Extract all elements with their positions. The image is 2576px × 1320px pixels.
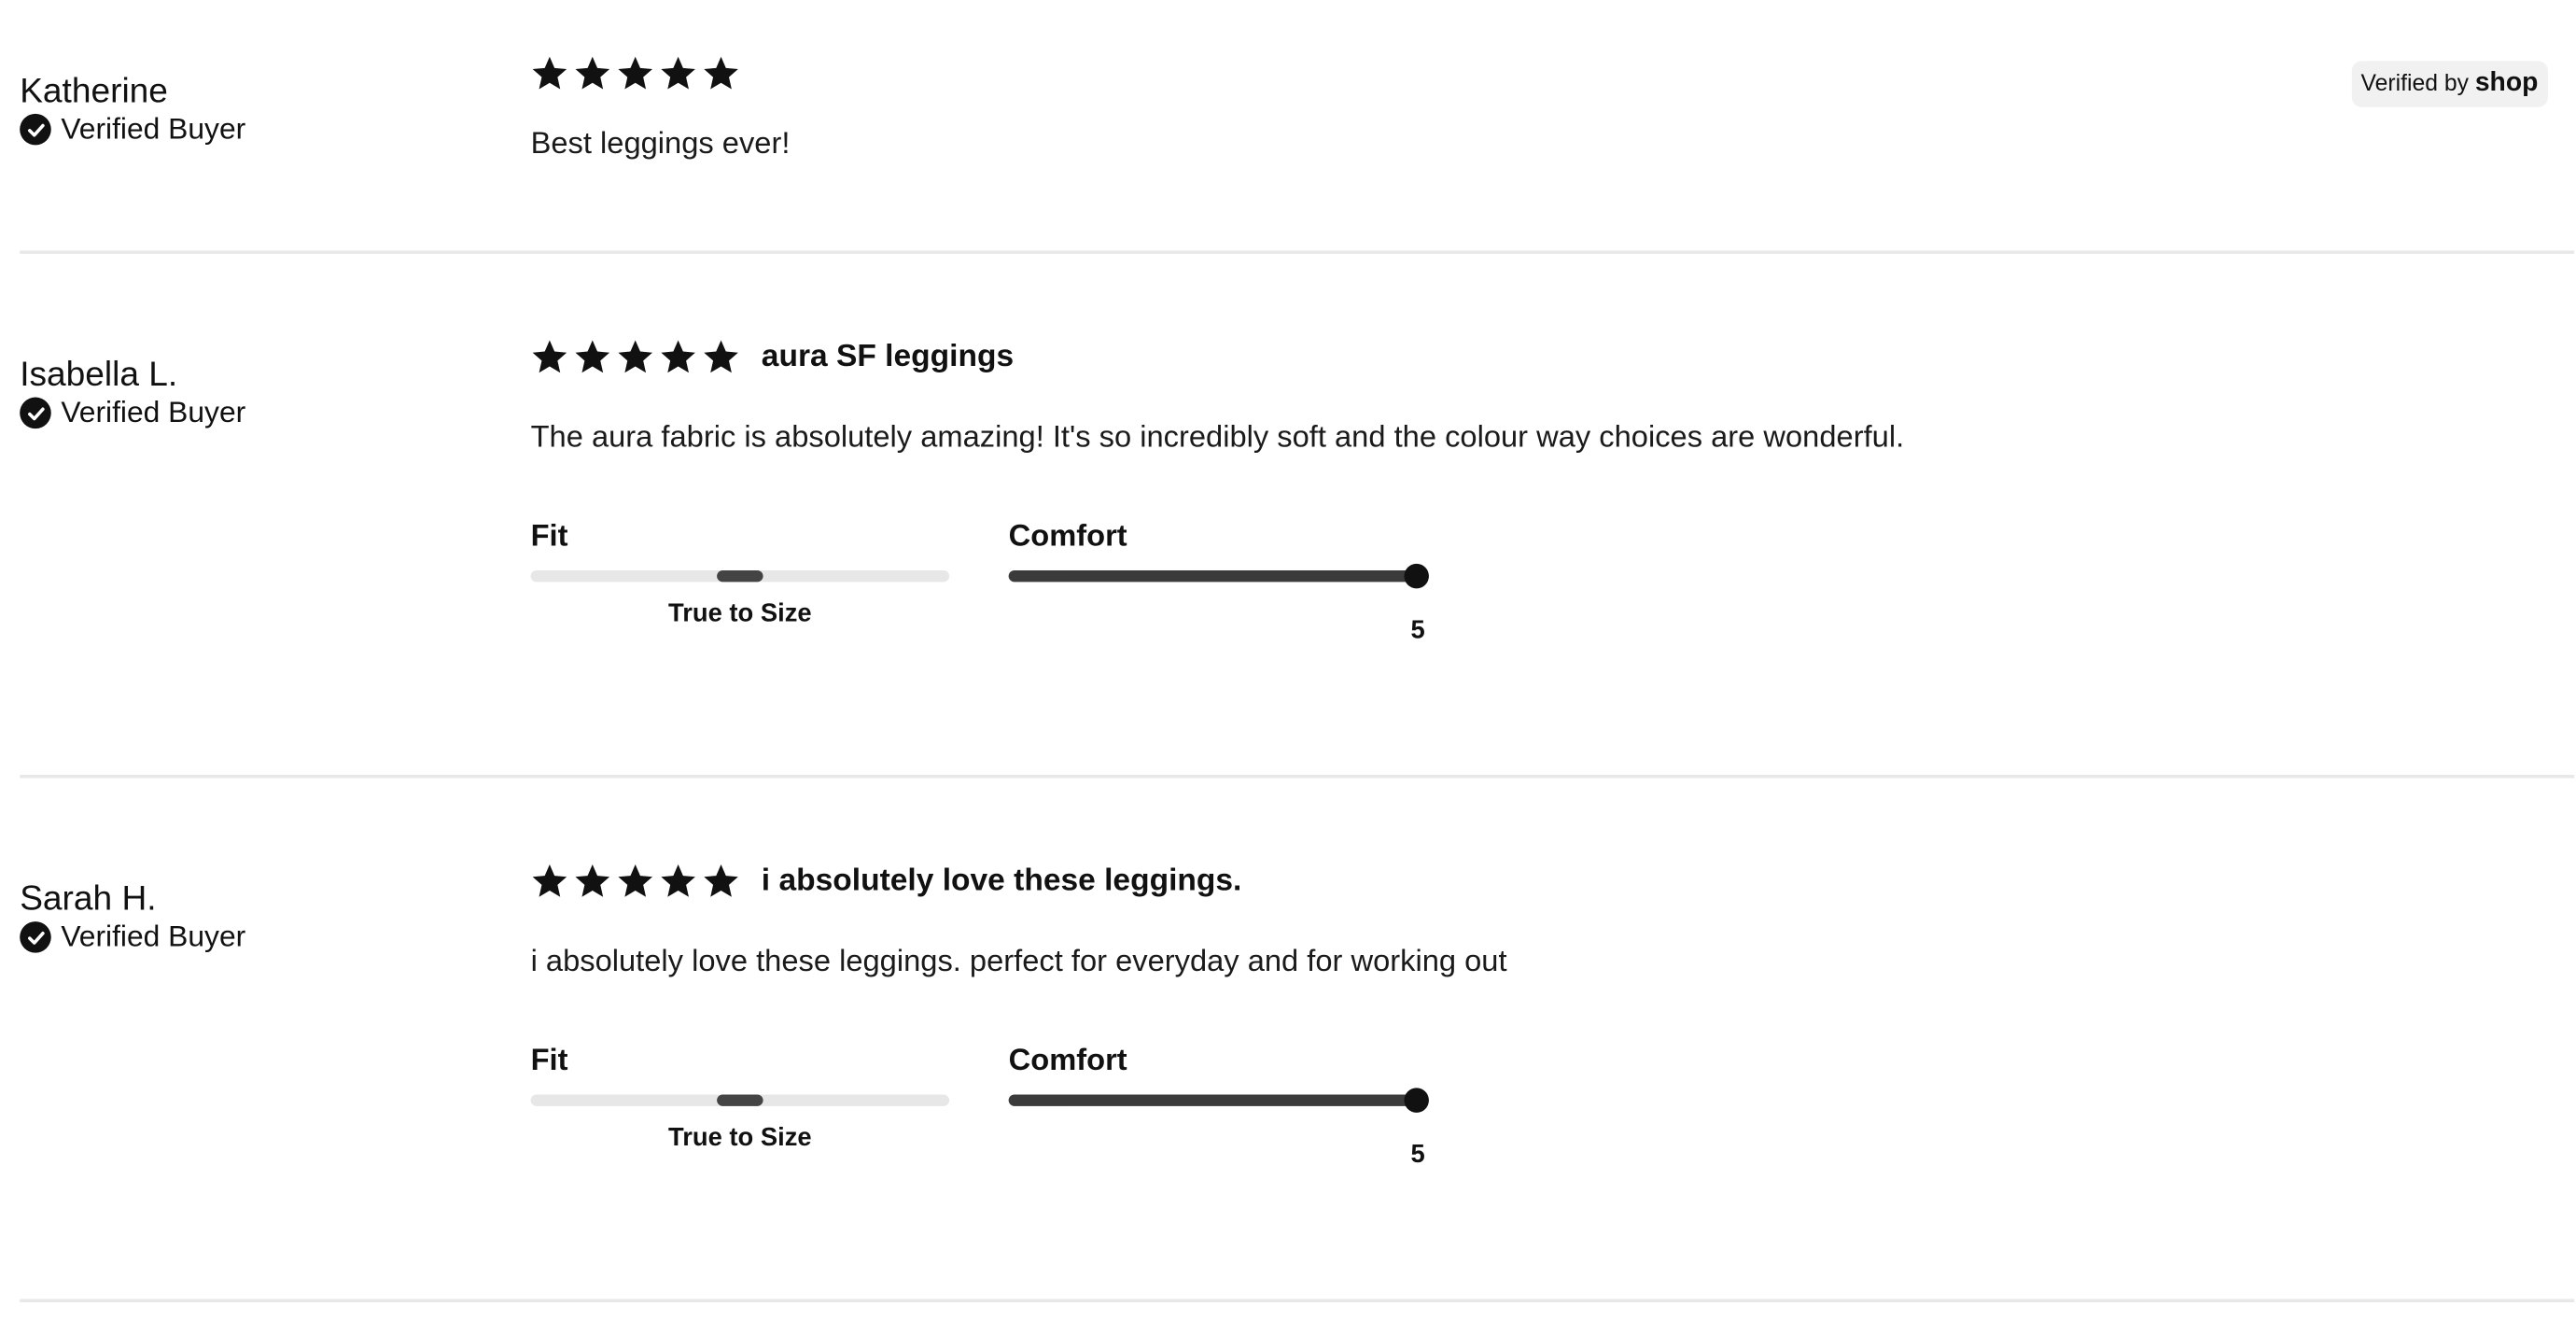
- review-card: Sarah H. Verified Buyer i absolutely lov…: [20, 778, 2574, 1299]
- star-rating: aura SF leggings: [531, 338, 1015, 376]
- verified-buyer-badge: Verified Buyer: [20, 112, 245, 147]
- review-card: Isabella L. Verified Buyer aura SF leggi…: [20, 254, 2574, 775]
- fit-indicator: [717, 569, 763, 583]
- star-icon: [704, 56, 738, 90]
- star-rating: [531, 54, 740, 92]
- star-icon: [704, 340, 738, 373]
- comfort-value: 5: [1410, 1140, 1425, 1169]
- reviewer-name: Katherine: [20, 72, 168, 111]
- fit-indicator: [717, 1094, 763, 1106]
- verified-buyer-label: Verified Buyer: [61, 395, 246, 429]
- comfort-indicator: [1403, 563, 1429, 589]
- fit-scale: [530, 1094, 950, 1106]
- review-body: Best leggings ever!: [530, 125, 791, 161]
- check-circle-icon: [20, 397, 51, 429]
- star-icon: [532, 864, 567, 897]
- star-icon: [618, 56, 652, 90]
- fit-value: True to Size: [668, 599, 812, 628]
- star-icon: [618, 864, 652, 897]
- comfort-scale: [1008, 1088, 1429, 1113]
- reviewer-name: Isabella L.: [20, 356, 178, 395]
- review-body: i absolutely love these leggings. perfec…: [530, 943, 1507, 978]
- star-rating: i absolutely love these leggings.: [531, 863, 1242, 901]
- comfort-fill: [1008, 1094, 1416, 1106]
- star-icon: [618, 340, 652, 373]
- verified-buyer-badge: Verified Buyer: [20, 920, 245, 954]
- review-body: The aura fabric is absolutely amazing! I…: [530, 418, 1905, 454]
- star-icon: [704, 864, 738, 897]
- comfort-label: Comfort: [1008, 1041, 1127, 1077]
- comfort-fill: [1008, 569, 1416, 583]
- verified-buyer-badge: Verified Buyer: [20, 396, 245, 430]
- shop-logo: shop: [2474, 69, 2539, 98]
- star-icon: [532, 56, 567, 90]
- badge-prefix: Verified by: [2360, 69, 2469, 96]
- check-circle-icon: [20, 113, 51, 146]
- review-title: aura SF leggings: [761, 338, 1015, 373]
- review-title: i absolutely love these leggings.: [761, 863, 1242, 898]
- comfort-value: 5: [1410, 616, 1425, 645]
- verified-buyer-label: Verified Buyer: [61, 920, 246, 953]
- star-icon: [575, 56, 610, 90]
- fit-value: True to Size: [668, 1124, 812, 1153]
- star-icon: [661, 340, 695, 373]
- comfort-scale: [1008, 563, 1429, 589]
- reviewer-name: Sarah H.: [20, 879, 157, 919]
- star-icon: [661, 56, 695, 90]
- comfort-label: Comfort: [1008, 517, 1127, 553]
- review-divider: [20, 1299, 2575, 1302]
- review-card: Katherine Verified Buyer Best leggings e…: [20, 0, 2574, 250]
- verified-buyer-label: Verified Buyer: [61, 112, 246, 146]
- check-circle-icon: [20, 921, 51, 953]
- star-icon: [661, 864, 695, 897]
- star-icon: [532, 340, 567, 373]
- comfort-indicator: [1403, 1088, 1429, 1113]
- fit-scale: [530, 569, 950, 583]
- star-icon: [575, 864, 610, 897]
- verified-by-shop-badge[interactable]: Verified by shop: [2350, 61, 2548, 107]
- star-icon: [575, 340, 610, 373]
- reviews-list: Katherine Verified Buyer Best leggings e…: [0, 0, 2576, 1319]
- fit-label: Fit: [530, 1041, 568, 1077]
- fit-label: Fit: [530, 517, 568, 553]
